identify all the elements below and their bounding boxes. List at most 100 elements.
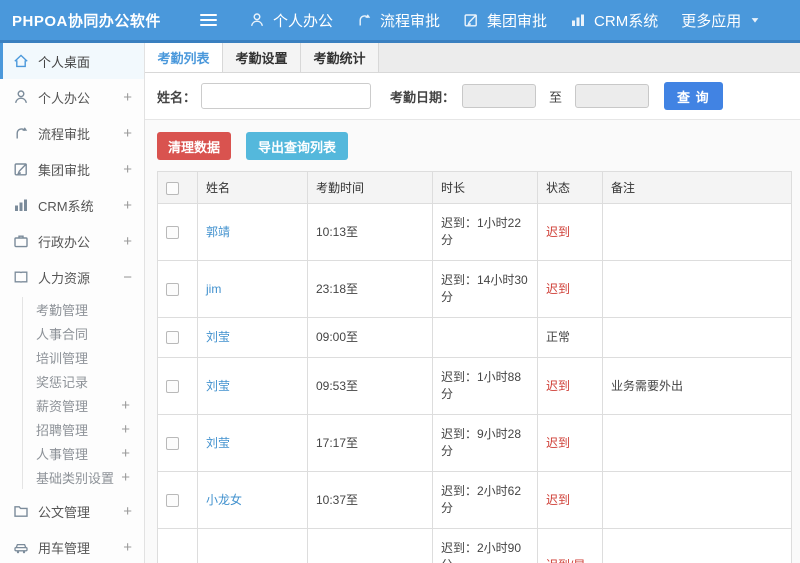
table-header-cell: 备注: [602, 171, 792, 204]
row-checkbox[interactable]: [166, 379, 179, 393]
user-icon: [13, 89, 29, 105]
expand-plus-icon[interactable]: +: [121, 446, 130, 461]
date-to-input[interactable]: [575, 84, 650, 108]
row-checkbox[interactable]: [166, 282, 179, 296]
expand-plus-icon[interactable]: +: [123, 90, 132, 105]
sidebar-subitem-training-management[interactable]: 培训管理: [22, 345, 144, 369]
sidebar-item-admin-office[interactable]: 行政办公 +: [0, 223, 144, 259]
workflow-icon: [13, 125, 29, 141]
nav-label: CRM系统: [594, 12, 659, 30]
name-cell: 小龙女: [197, 471, 308, 529]
sidebar-item-workflow-approval[interactable]: 流程审批 +: [0, 115, 144, 151]
table-header-cell: 时长: [432, 171, 538, 204]
nav-label: 个人办公: [273, 12, 334, 30]
sidebar-subitem-label: 基础类别设置: [36, 470, 115, 486]
expand-plus-icon[interactable]: +: [121, 398, 130, 413]
search-button[interactable]: 查 询: [664, 82, 723, 110]
sidebar-item-personal-desktop[interactable]: 个人桌面: [0, 43, 144, 79]
duration-cell: 迟到：9小时28分: [432, 414, 538, 472]
tab-attendance-settings[interactable]: 考勤设置: [223, 43, 301, 72]
clean-data-button[interactable]: 清理数据: [157, 132, 232, 160]
row-checkbox[interactable]: [166, 225, 179, 239]
attendance-time-cell: 09:00至: [307, 317, 433, 358]
status-cell: 迟到/早退: [537, 528, 603, 563]
status-text: 迟到: [546, 224, 571, 239]
row-checkbox[interactable]: [166, 493, 179, 507]
employee-name-link[interactable]: 刘莹: [206, 330, 230, 344]
attendance-table: 姓名 考勤时间 时长 状态 备注 郭靖 10:13至 迟到：1小时22分 迟到 jim 23:18…: [157, 171, 792, 563]
sidebar-subitem-personnel-management[interactable]: 人事管理 +: [22, 441, 144, 465]
employee-name-link[interactable]: 刘莹: [206, 436, 230, 450]
workflow-icon: [356, 12, 372, 28]
sidebar-item-label: 用车管理: [38, 540, 91, 556]
edit-icon: [13, 161, 29, 177]
sidebar-item-crm-system[interactable]: CRM系统 +: [0, 187, 144, 223]
sidebar-subitem-label: 招聘管理: [36, 422, 89, 438]
select-all-checkbox[interactable]: [166, 181, 179, 195]
duration-line: 迟到：9小时28分: [441, 427, 522, 458]
sidebar-item-label: CRM系统: [38, 198, 94, 214]
duration-line: 迟到：14小时30分: [441, 273, 528, 304]
employee-name-link[interactable]: jim: [206, 282, 221, 296]
checkbox-cell: [157, 528, 198, 563]
employee-name-link[interactable]: 郭靖: [206, 225, 230, 239]
sidebar-subitem-salary-management[interactable]: 薪资管理 +: [22, 393, 144, 417]
sidebar-item-group-approval[interactable]: 集团审批 +: [0, 151, 144, 187]
sidebar-item-human-resources[interactable]: 人力资源 −: [0, 259, 144, 295]
menu-toggle-button[interactable]: [196, 7, 221, 33]
tab-label: 考勤设置: [235, 51, 288, 66]
status-text: 迟到/早退: [546, 558, 585, 563]
table-row: jim 23:18至 迟到：14小时30分 迟到: [157, 260, 792, 318]
nav-group-approval[interactable]: 集团审批: [461, 10, 549, 31]
sidebar-item-label: 个人桌面: [38, 54, 91, 70]
note-cell: [602, 414, 792, 472]
expand-plus-icon[interactable]: +: [123, 504, 132, 519]
employee-name-link[interactable]: 小龙女: [206, 493, 242, 507]
expand-plus-icon[interactable]: +: [123, 540, 132, 555]
sidebar-item-vehicle-management[interactable]: 用车管理 +: [0, 529, 144, 563]
book-icon: [13, 269, 29, 285]
date-from-input[interactable]: [462, 84, 537, 108]
expand-plus-icon[interactable]: +: [121, 470, 130, 485]
sidebar-subitem-attendance-management[interactable]: 考勤管理: [22, 297, 144, 321]
nav-more-apps[interactable]: 更多应用: [679, 10, 763, 31]
expand-plus-icon[interactable]: +: [123, 234, 132, 249]
table-header-cell: 状态: [537, 171, 603, 204]
sidebar-item-document-management[interactable]: 公文管理 +: [0, 493, 144, 529]
nav-personal-office[interactable]: 个人办公: [247, 10, 335, 31]
status-cell: 迟到: [537, 203, 603, 261]
expand-plus-icon[interactable]: +: [121, 422, 130, 437]
status-text: 迟到: [546, 435, 571, 450]
row-checkbox[interactable]: [166, 436, 179, 450]
sidebar-subitem-label: 薪资管理: [36, 398, 89, 414]
nav-crm-system[interactable]: CRM系统: [568, 10, 660, 31]
nav-label: 流程审批: [380, 12, 441, 30]
sidebar-subitem-basic-category-settings[interactable]: 基础类别设置 +: [22, 465, 144, 489]
tab-attendance-list[interactable]: 考勤列表: [145, 43, 223, 72]
export-list-button[interactable]: 导出查询列表: [246, 132, 349, 160]
row-checkbox[interactable]: [166, 331, 179, 345]
checkbox-cell: [157, 357, 198, 415]
sidebar-subitem-label: 考勤管理: [36, 302, 89, 318]
note-cell: [602, 317, 792, 358]
employee-name-link[interactable]: 刘莹: [206, 379, 230, 393]
sidebar-subitem-recruitment-management[interactable]: 招聘管理 +: [22, 417, 144, 441]
chart-icon: [570, 12, 586, 28]
tab-attendance-statistics[interactable]: 考勤统计: [301, 43, 379, 72]
expand-plus-icon[interactable]: +: [123, 162, 132, 177]
sidebar-subitem-personnel-contract[interactable]: 人事合同: [22, 321, 144, 345]
checkbox-cell: [157, 317, 198, 358]
expand-plus-icon[interactable]: +: [123, 126, 132, 141]
car-icon: [13, 539, 29, 555]
nav-workflow-approval[interactable]: 流程审批: [354, 10, 442, 31]
checkbox-cell: [157, 414, 198, 472]
sidebar-item-personal-office[interactable]: 个人办公 +: [0, 79, 144, 115]
expand-plus-icon[interactable]: +: [123, 198, 132, 213]
status-text: 迟到: [546, 492, 571, 507]
sidebar-item-label: 集团审批: [38, 162, 91, 178]
collapse-minus-icon[interactable]: −: [123, 270, 132, 285]
name-input[interactable]: [201, 83, 372, 109]
duration-cell: 迟到：2小时90分早退：7小时10分: [432, 528, 538, 563]
sidebar-subitem-reward-punishment-record[interactable]: 奖惩记录: [22, 369, 144, 393]
sidebar-item-label: 流程审批: [38, 126, 91, 142]
